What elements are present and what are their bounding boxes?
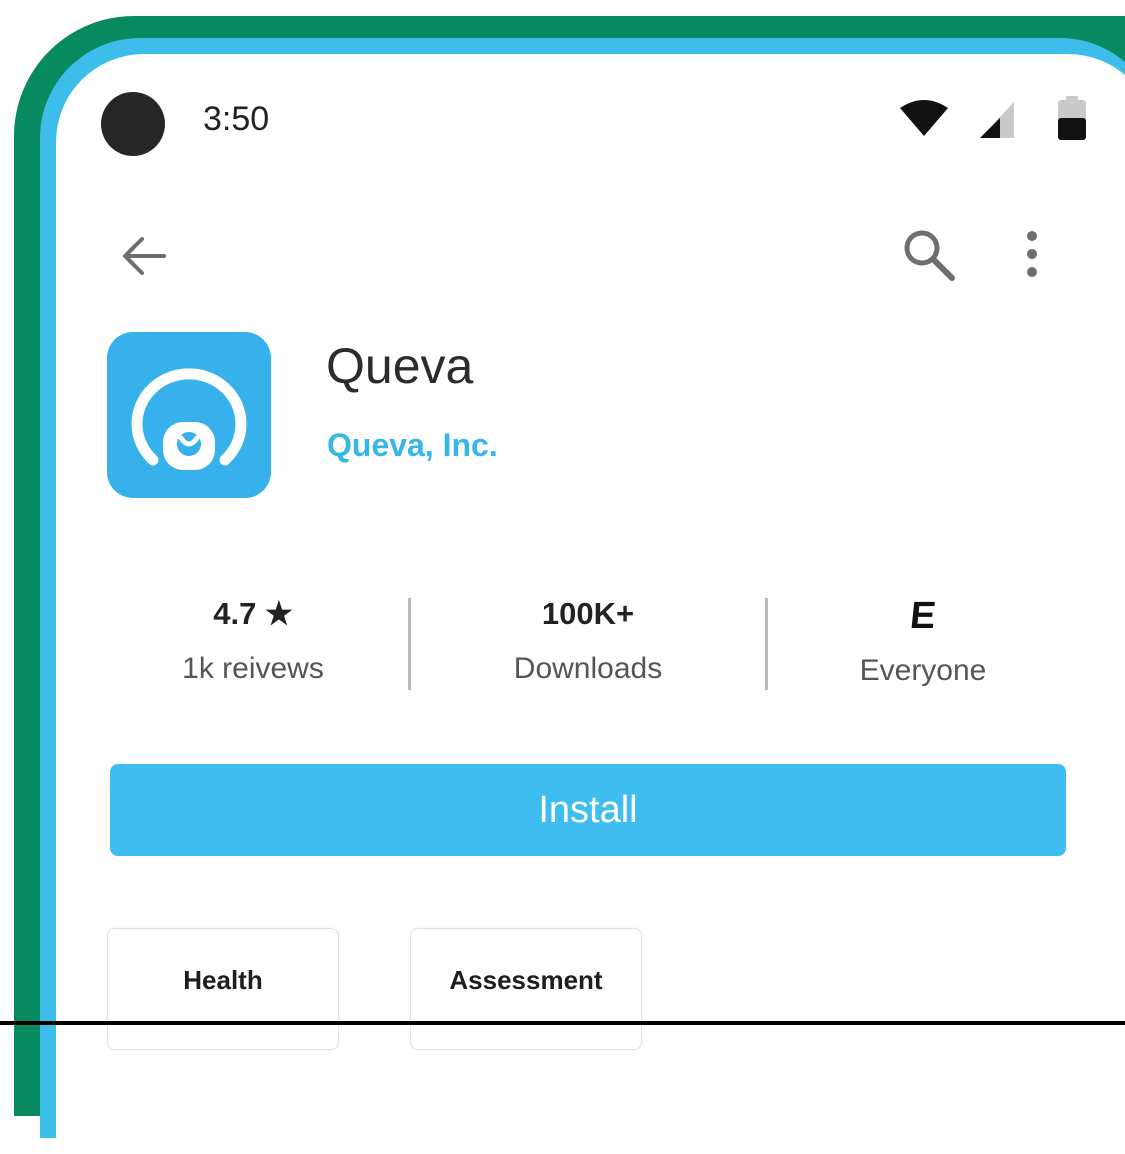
rating-label: 1k reivews — [182, 652, 324, 685]
status-time: 3:50 — [203, 100, 270, 138]
more-vert-icon — [1027, 231, 1037, 277]
stat-divider — [408, 598, 411, 690]
wifi-icon — [900, 100, 948, 136]
rating-stat: 4.7 ★ 1k reivews — [168, 596, 338, 686]
downloads-label: Downloads — [513, 652, 663, 685]
rating-value: 4.7 ★ — [213, 596, 293, 631]
search-button[interactable] — [900, 226, 958, 289]
stat-divider — [765, 598, 768, 690]
chip-assessment[interactable]: Assessment — [410, 928, 642, 1050]
downloads-stat: 100K+ Downloads — [490, 596, 686, 686]
more-options-button[interactable] — [1018, 226, 1046, 287]
content-rating-stat: E Everyone — [840, 594, 1006, 688]
install-button[interactable]: Install — [110, 764, 1066, 856]
chip-label: Assessment — [449, 965, 603, 995]
bottom-border — [0, 1021, 1125, 1025]
chip-health[interactable]: Health — [107, 928, 339, 1050]
star-icon: ★ — [264, 596, 293, 631]
cellular-signal-icon — [980, 102, 1014, 138]
queva-logo-icon — [131, 368, 247, 470]
app-title: Queva — [326, 338, 474, 394]
battery-icon — [1058, 96, 1086, 140]
status-icons — [896, 96, 1096, 142]
app-icon[interactable] — [107, 332, 271, 498]
downloads-value: 100K+ — [541, 596, 635, 631]
developer-link[interactable]: Queva, Inc. — [327, 427, 498, 464]
content-rating-label: Everyone — [859, 654, 987, 687]
esrb-everyone-icon: E — [908, 595, 938, 637]
front-camera — [101, 92, 165, 156]
search-icon — [904, 230, 955, 281]
chip-label: Health — [183, 965, 263, 995]
back-button[interactable] — [118, 230, 170, 287]
arrow-back-icon — [123, 237, 166, 275]
